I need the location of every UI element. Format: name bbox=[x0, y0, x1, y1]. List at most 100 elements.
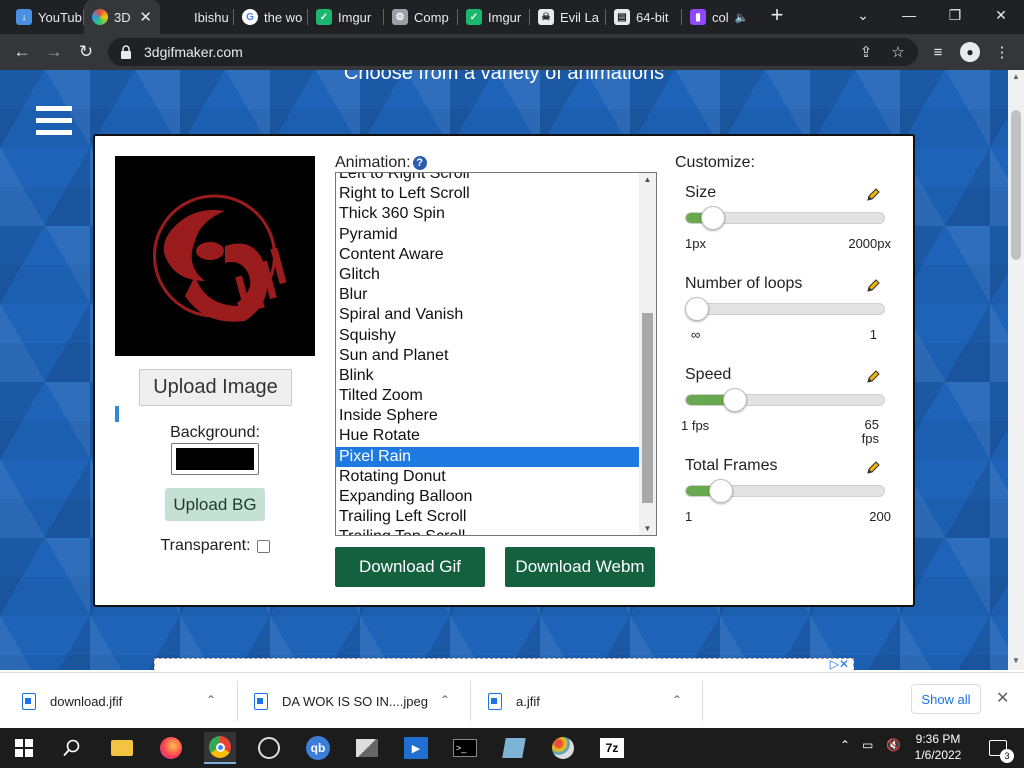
slider-thumb[interactable] bbox=[685, 297, 709, 321]
system-clock[interactable]: 9:36 PM 1/6/2022 bbox=[908, 731, 968, 763]
transparent-checkbox[interactable] bbox=[256, 539, 270, 553]
chevron-up-icon[interactable]: ⌃ bbox=[440, 693, 450, 707]
upload-image-button[interactable]: Upload Image bbox=[139, 369, 292, 406]
scroll-down-arrow-icon[interactable]: ▼ bbox=[639, 524, 656, 533]
tab-youtube[interactable]: ↓ YouTub bbox=[8, 0, 84, 34]
obs-icon[interactable] bbox=[253, 732, 285, 764]
animation-option[interactable]: Right to Left Scroll bbox=[336, 184, 639, 204]
slider-thumb[interactable] bbox=[709, 479, 733, 503]
tab-google[interactable]: G the wo bbox=[234, 0, 308, 34]
animation-option[interactable]: Trailing Top Scroll bbox=[336, 527, 639, 535]
show-all-downloads-button[interactable]: Show all bbox=[911, 684, 981, 714]
new-tab-button[interactable]: + bbox=[760, 0, 794, 30]
animation-listbox[interactable]: Left to Right Scroll Right to Left Scroll… bbox=[335, 172, 657, 536]
animation-option[interactable]: Glitch bbox=[336, 265, 639, 285]
upload-bg-button[interactable]: Upload BG bbox=[165, 488, 265, 521]
animation-option[interactable]: Hue Rotate bbox=[336, 426, 639, 446]
file-explorer-icon[interactable] bbox=[106, 732, 138, 764]
background-color-picker[interactable] bbox=[171, 443, 259, 475]
slider-thumb[interactable] bbox=[701, 206, 725, 230]
notepad-icon[interactable] bbox=[498, 732, 530, 764]
scroll-up-arrow-icon[interactable]: ▲ bbox=[1008, 72, 1024, 86]
back-arrow-icon[interactable]: ← bbox=[10, 40, 34, 64]
scroll-thumb[interactable] bbox=[642, 313, 653, 503]
paint-icon[interactable] bbox=[547, 732, 579, 764]
firefox-icon[interactable] bbox=[155, 732, 187, 764]
scroll-up-arrow-icon[interactable]: ▲ bbox=[639, 175, 656, 184]
animation-option[interactable]: Content Aware bbox=[336, 245, 639, 265]
chrome-icon[interactable] bbox=[204, 732, 236, 764]
download-item[interactable]: DA WOK IS SO IN....jpeg bbox=[254, 673, 454, 729]
pencil-icon[interactable] bbox=[865, 187, 881, 203]
lock-icon bbox=[120, 45, 134, 59]
search-icon[interactable] bbox=[56, 732, 88, 764]
qbittorrent-icon[interactable]: qb bbox=[302, 732, 334, 764]
tab-imgur-2[interactable]: ✓ Imgur bbox=[458, 0, 530, 34]
pencil-icon[interactable] bbox=[865, 460, 881, 476]
animation-option[interactable]: Spiral and Vanish bbox=[336, 305, 639, 325]
animation-option[interactable]: Sun and Planet bbox=[336, 346, 639, 366]
animation-option[interactable]: Left to Right Scroll bbox=[336, 173, 639, 184]
animation-option[interactable]: Expanding Balloon bbox=[336, 487, 639, 507]
animation-option[interactable]: Blur bbox=[336, 285, 639, 305]
close-window-icon[interactable]: ✕ bbox=[978, 0, 1024, 30]
hamburger-menu-icon[interactable] bbox=[36, 106, 72, 138]
tab-comp[interactable]: ⚙ Comp bbox=[384, 0, 458, 34]
notification-center-icon[interactable]: 3 bbox=[982, 732, 1014, 764]
animation-option[interactable]: Pyramid bbox=[336, 225, 639, 245]
address-bar[interactable]: 3dgifmaker.com bbox=[108, 38, 918, 66]
animation-list-scrollbar[interactable]: ▲ ▼ bbox=[639, 173, 656, 535]
animation-option[interactable]: Thick 360 Spin bbox=[336, 204, 639, 224]
windows-start-icon[interactable] bbox=[8, 732, 40, 764]
reload-icon[interactable]: ↻ bbox=[74, 40, 98, 64]
animation-option[interactable]: Squishy bbox=[336, 326, 639, 346]
7zip-icon[interactable]: 7z bbox=[596, 732, 628, 764]
close-download-bar-icon[interactable]: ✕ bbox=[996, 688, 1009, 708]
restore-icon[interactable]: ❐ bbox=[932, 0, 978, 30]
bookmark-star-icon[interactable]: ☆ bbox=[886, 40, 910, 64]
tab-twitch[interactable]: ▮ col 🔈 bbox=[682, 0, 752, 34]
forward-arrow-icon[interactable]: → bbox=[42, 40, 66, 64]
animation-option[interactable]: Pixel Rain bbox=[336, 446, 639, 467]
animation-option[interactable]: Trailing Left Scroll bbox=[336, 507, 639, 527]
slider-track[interactable] bbox=[685, 394, 885, 406]
tab-evil-la[interactable]: ☠ Evil La bbox=[530, 0, 606, 34]
tab-search-chevron-icon[interactable]: ⌄ bbox=[840, 0, 886, 30]
volume-muted-icon[interactable]: 🔇 bbox=[886, 738, 901, 752]
chevron-up-icon[interactable]: ⌃ bbox=[206, 693, 216, 707]
page-scrollbar[interactable]: ▲ ▼ bbox=[1008, 70, 1024, 670]
download-gif-button[interactable]: Download Gif bbox=[335, 547, 485, 587]
profile-icon[interactable]: ● bbox=[958, 40, 982, 64]
kebab-menu-icon[interactable]: ⋮ bbox=[990, 40, 1014, 64]
download-item[interactable]: a.jfif bbox=[488, 673, 668, 729]
tab-64-bit[interactable]: ▤ 64-bit bbox=[606, 0, 682, 34]
animation-option[interactable]: Tilted Zoom bbox=[336, 386, 639, 406]
media-queue-icon[interactable]: ≡ bbox=[926, 40, 950, 64]
ad-banner[interactable]: ▷✕ bbox=[154, 657, 854, 670]
download-item[interactable]: download.jfif bbox=[22, 673, 222, 729]
slider-track[interactable] bbox=[685, 303, 885, 315]
pencil-icon[interactable] bbox=[865, 278, 881, 294]
animation-option[interactable]: Rotating Donut bbox=[336, 467, 639, 487]
tab-imgur-1[interactable]: ✓ Imgur bbox=[308, 0, 384, 34]
chevron-up-icon[interactable]: ⌃ bbox=[840, 738, 850, 752]
download-webm-button[interactable]: Download Webm bbox=[505, 547, 655, 587]
share-icon[interactable]: ⇪ bbox=[854, 40, 878, 64]
tab-3dgifmaker[interactable]: 3D ✕ bbox=[84, 0, 160, 34]
animation-option[interactable]: Blink bbox=[336, 366, 639, 386]
scroll-down-arrow-icon[interactable]: ▼ bbox=[1008, 656, 1024, 670]
photos-icon[interactable] bbox=[351, 732, 383, 764]
terminal-icon[interactable]: >_ bbox=[449, 732, 481, 764]
pencil-icon[interactable] bbox=[865, 369, 881, 385]
tab-ibishu[interactable]: Ibishu bbox=[164, 0, 234, 34]
media-player-icon[interactable]: ▶ bbox=[400, 732, 432, 764]
animation-option[interactable]: Inside Sphere bbox=[336, 406, 639, 426]
chevron-up-icon[interactable]: ⌃ bbox=[672, 693, 682, 707]
network-icon[interactable]: ▭ bbox=[862, 738, 873, 752]
help-icon[interactable]: ? bbox=[412, 156, 427, 170]
slider-thumb[interactable] bbox=[723, 388, 747, 412]
minimize-icon[interactable]: — bbox=[886, 0, 932, 30]
ad-choices-icon[interactable]: ▷✕ bbox=[830, 657, 849, 670]
close-tab-icon[interactable]: ✕ bbox=[139, 8, 152, 26]
page-scroll-thumb[interactable] bbox=[1011, 110, 1021, 260]
